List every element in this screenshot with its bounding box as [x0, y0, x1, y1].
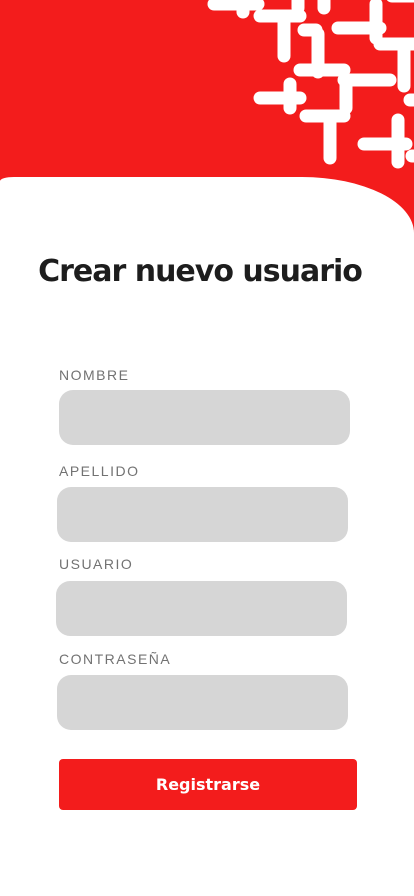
register-button[interactable]: Registrarse: [59, 759, 357, 810]
field-label-usuario: USUARIO: [59, 556, 134, 572]
page-title: Crear nuevo usuario: [38, 254, 363, 289]
usuario-input[interactable]: [56, 581, 347, 636]
field-label-apellido: APELLIDO: [59, 463, 140, 479]
apellido-input[interactable]: [57, 487, 348, 542]
nombre-input[interactable]: [59, 390, 350, 445]
field-label-nombre: NOMBRE: [59, 367, 130, 383]
contrasena-input[interactable]: [57, 675, 348, 730]
field-label-contrasena: CONTRASEÑA: [59, 651, 172, 667]
